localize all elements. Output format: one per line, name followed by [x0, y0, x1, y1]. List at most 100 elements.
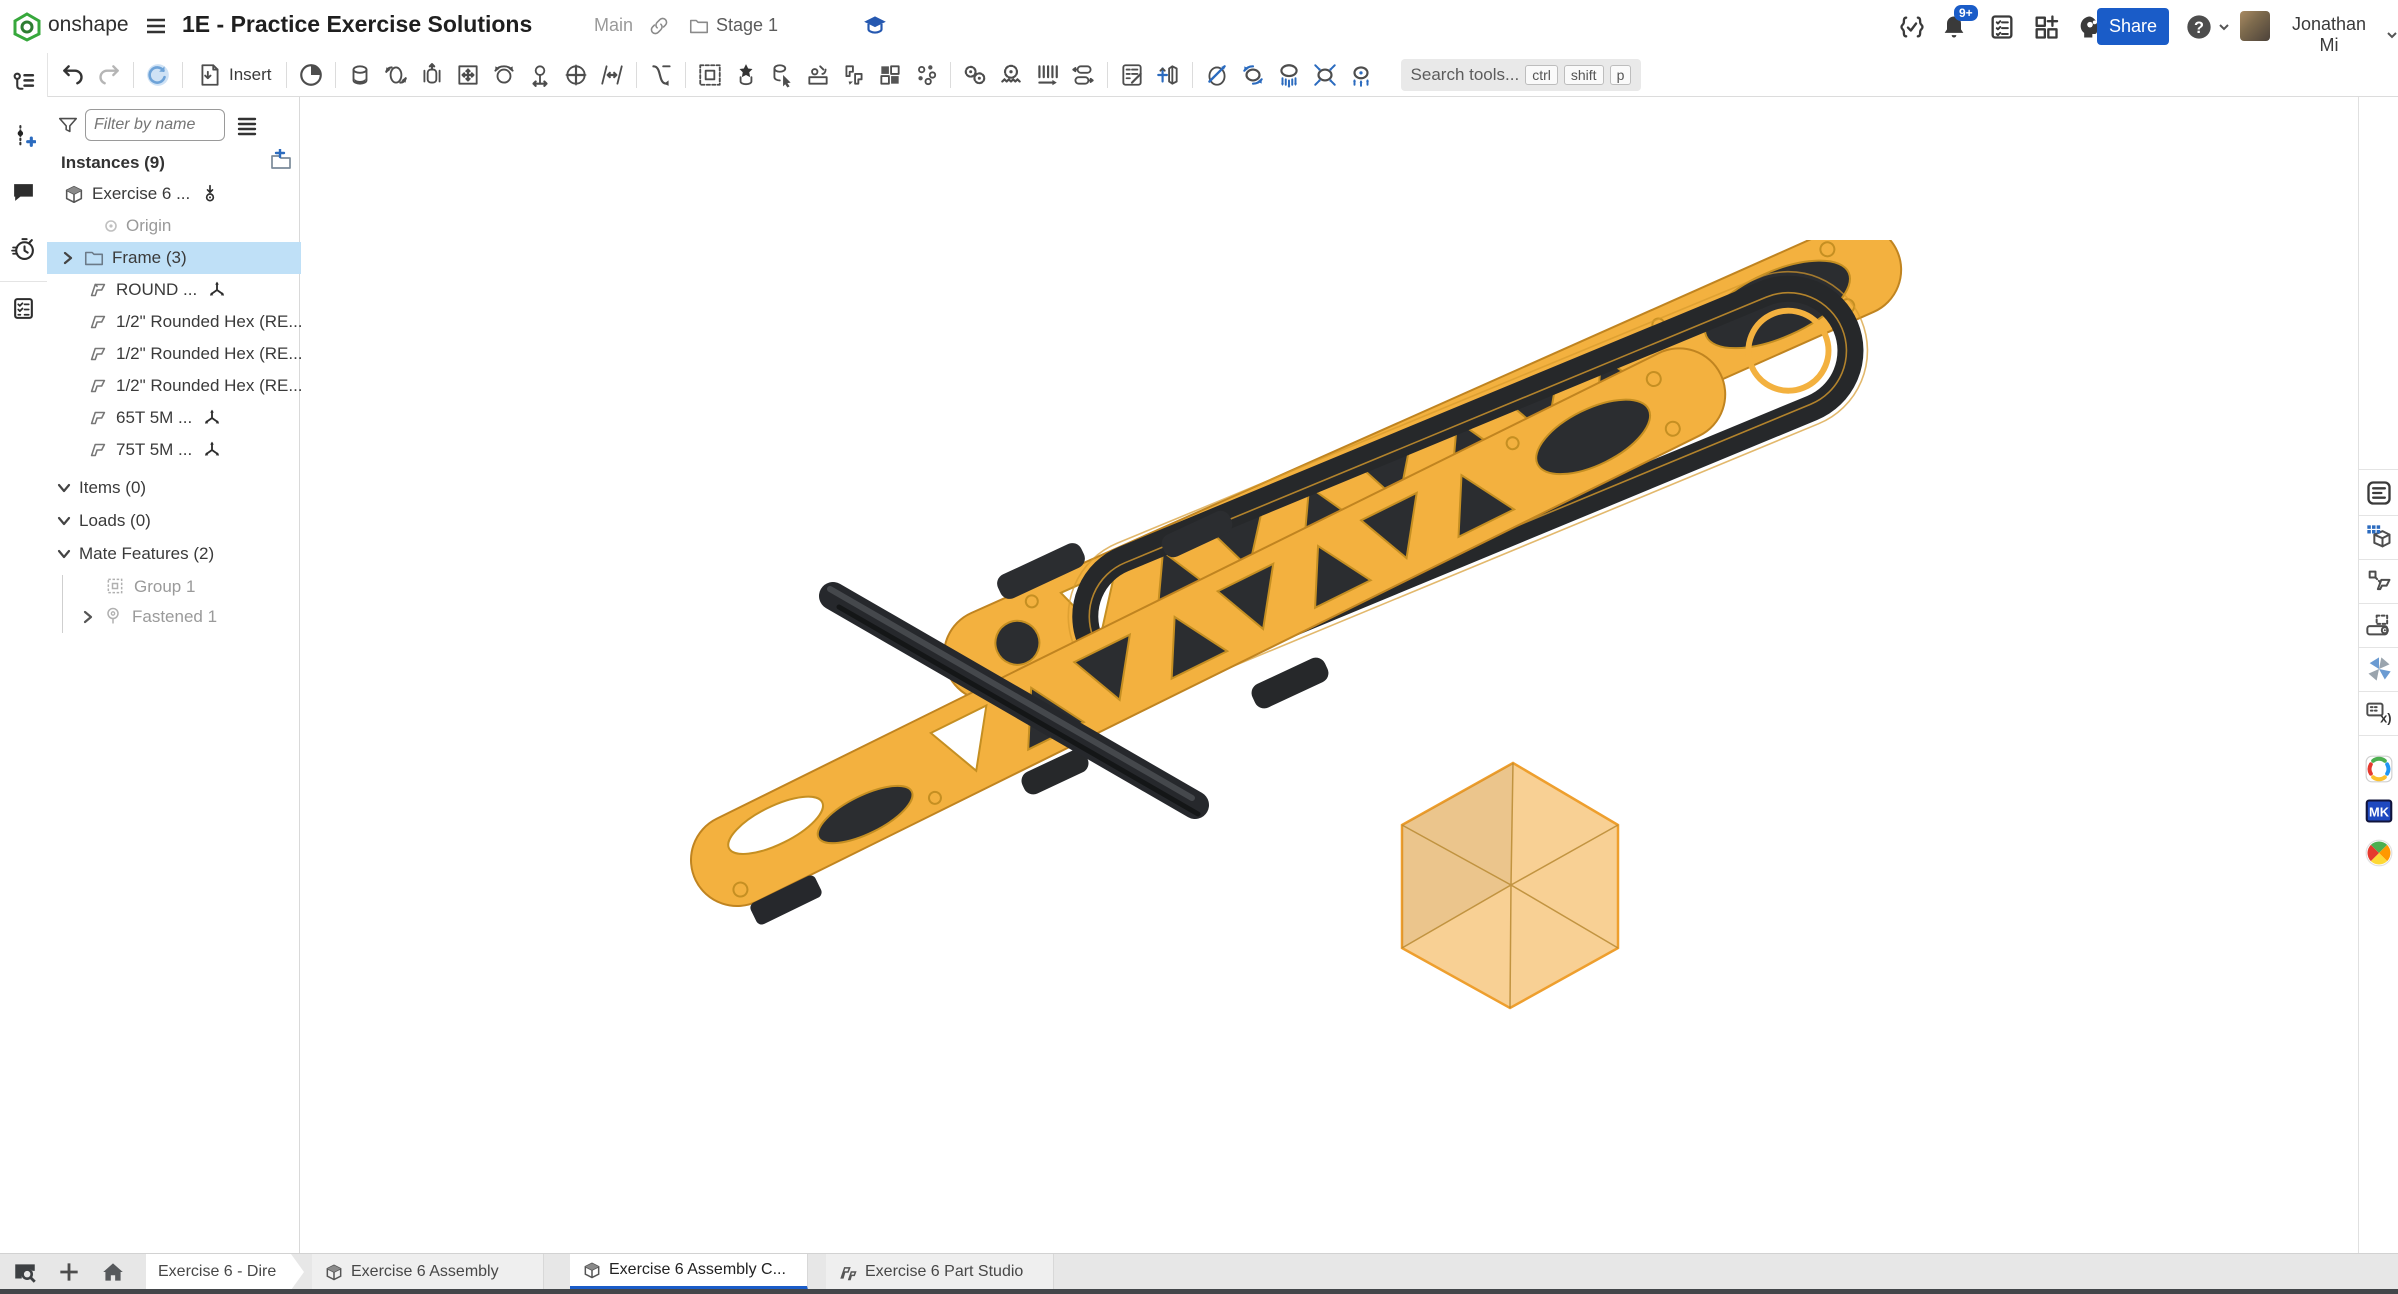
tab-part-studio[interactable]: Exercise 6 Part Studio: [826, 1254, 1054, 1290]
graphics-area[interactable]: Top Front Right Y Z X: [301, 97, 2358, 1253]
user-name: Jonathan Mi: [2280, 14, 2378, 56]
chevron-down-icon[interactable]: [55, 545, 73, 563]
drop-simulation-button[interactable]: [1271, 58, 1307, 92]
group-button[interactable]: [692, 58, 728, 92]
undo-button[interactable]: [55, 58, 91, 92]
screw-relation-button[interactable]: [1029, 58, 1065, 92]
tree-row-hex2[interactable]: 1/2" Rounded Hex (RE...: [47, 338, 340, 370]
tree-row-gear65[interactable]: 65T 5M ...: [47, 402, 340, 434]
tangent-mate-button[interactable]: [643, 58, 679, 92]
filter-input[interactable]: [85, 109, 225, 141]
home-tab-button[interactable]: [100, 1259, 126, 1285]
cylindrical-mate-button[interactable]: [558, 58, 594, 92]
linear-relation-button[interactable]: [1065, 58, 1101, 92]
part-studio-tab-icon: [838, 1262, 858, 1282]
app-store-button[interactable]: [2032, 13, 2060, 41]
insert-icon: [197, 62, 223, 88]
fastened-mate-button[interactable]: [342, 58, 378, 92]
insert-button[interactable]: Insert: [189, 58, 280, 92]
configurations-panel-button[interactable]: [2363, 521, 2395, 553]
version-link-button[interactable]: [648, 15, 670, 37]
tree-row-frame[interactable]: Frame (3): [47, 242, 312, 274]
folder-plus-icon: [269, 149, 293, 173]
tab-manager-button[interactable]: [12, 1259, 38, 1285]
exploded-views-button[interactable]: [1150, 58, 1186, 92]
assembly-structure-panel-button[interactable]: [8, 67, 39, 98]
comments-panel-button[interactable]: [8, 177, 39, 208]
mate-button[interactable]: [293, 58, 329, 92]
section-loads[interactable]: Loads (0): [47, 505, 308, 537]
chevron-right-icon[interactable]: [59, 249, 77, 267]
explode-parts-button[interactable]: [908, 58, 944, 92]
tab-directions[interactable]: Exercise 6 - Dire: [146, 1254, 304, 1290]
parallel-mate-icon: [599, 62, 625, 88]
expression-panel-button[interactable]: x): [2363, 697, 2395, 729]
pattern-button[interactable]: [872, 58, 908, 92]
kbd-ctrl: ctrl: [1525, 65, 1558, 85]
list-view-toggle-icon[interactable]: [235, 113, 259, 137]
redo-button[interactable]: [91, 58, 127, 92]
collision-detection-button[interactable]: [1307, 58, 1343, 92]
rack-pinion-relation-button[interactable]: [993, 58, 1029, 92]
notifications-button[interactable]: 9+: [1940, 13, 1968, 41]
location-name[interactable]: Stage 1: [716, 15, 778, 36]
app-pinwheel-color-button[interactable]: [2363, 837, 2395, 869]
tab-assembly-complete[interactable]: Exercise 6 Assembly C...: [570, 1254, 808, 1290]
insert-in-context-button[interactable]: [800, 58, 836, 92]
ball-mate-button[interactable]: [486, 58, 522, 92]
bill-of-materials-button[interactable]: [1114, 58, 1150, 92]
create-folder-button[interactable]: [269, 149, 293, 173]
learning-center-button[interactable]: [862, 12, 888, 38]
plus-icon: [56, 1259, 82, 1285]
gear-relation-button[interactable]: [957, 58, 993, 92]
assembly-tab-icon: [582, 1260, 602, 1280]
app-ring-button[interactable]: [2363, 753, 2395, 785]
main-menu-button[interactable]: [144, 14, 168, 38]
replicate-button[interactable]: [836, 58, 872, 92]
share-button[interactable]: Share: [2097, 8, 2169, 45]
interference-detection-button[interactable]: [1343, 58, 1379, 92]
tasks-button[interactable]: [1988, 13, 2016, 41]
tree-row-hex1[interactable]: 1/2" Rounded Hex (RE...: [47, 306, 340, 338]
sheet-metal-panel-button[interactable]: [2363, 609, 2395, 641]
chevron-down-icon[interactable]: [55, 479, 73, 497]
history-panel-button[interactable]: [8, 233, 39, 264]
replace-instance-button[interactable]: [764, 58, 800, 92]
standard-content-button[interactable]: [728, 58, 764, 92]
tree-row-fastened1[interactable]: Fastened 1: [47, 602, 332, 632]
bom-panel-button[interactable]: [2363, 477, 2395, 509]
create-tab-button[interactable]: [56, 1259, 82, 1285]
user-avatar[interactable]: [2240, 11, 2270, 41]
section-mate-features[interactable]: Mate Features (2): [47, 538, 308, 570]
workspace-name[interactable]: Main: [594, 15, 633, 36]
mate-connector-panel-button[interactable]: [8, 121, 39, 152]
tree-row-gear75[interactable]: 75T 5M ...: [47, 434, 340, 466]
filter-icon[interactable]: [57, 114, 79, 136]
tree-row-round[interactable]: ROUND ...: [47, 274, 340, 306]
slider-mate-button[interactable]: [414, 58, 450, 92]
parallel-mate-button[interactable]: [594, 58, 630, 92]
assembly-model[interactable]: [690, 240, 1970, 1070]
search-tools[interactable]: Search tools... ctrl shift p: [1401, 59, 1642, 91]
app-pinwheel-button[interactable]: [2363, 653, 2395, 685]
section-items[interactable]: Items (0): [47, 472, 308, 504]
tree-row-hex3[interactable]: 1/2" Rounded Hex (RE...: [47, 370, 340, 402]
pin-slot-mate-button[interactable]: [522, 58, 558, 92]
chevron-down-icon[interactable]: [55, 512, 73, 530]
chevron-right-icon[interactable]: [79, 608, 97, 626]
user-menu-button[interactable]: Jonathan Mi: [2280, 14, 2398, 56]
animate-button[interactable]: [1199, 58, 1235, 92]
help-menu-button[interactable]: ?: [2185, 13, 2230, 41]
ground-cube[interactable]: [1402, 763, 1618, 1008]
planar-mate-button[interactable]: [450, 58, 486, 92]
tree-row-assembly-root[interactable]: Exercise 6 ...: [47, 178, 316, 210]
instance-configuration-button[interactable]: [2363, 565, 2395, 597]
revolve-animate-button[interactable]: [1235, 58, 1271, 92]
tab-assembly[interactable]: Exercise 6 Assembly: [312, 1254, 544, 1290]
onshape-logo-icon[interactable]: [12, 12, 42, 42]
revolute-mate-button[interactable]: [378, 58, 414, 92]
featurescript-button[interactable]: [1898, 13, 1926, 41]
release-tasks-panel-button[interactable]: [8, 293, 39, 324]
app-mk-button[interactable]: MK: [2363, 795, 2395, 827]
rotate-view-button[interactable]: [140, 58, 176, 92]
